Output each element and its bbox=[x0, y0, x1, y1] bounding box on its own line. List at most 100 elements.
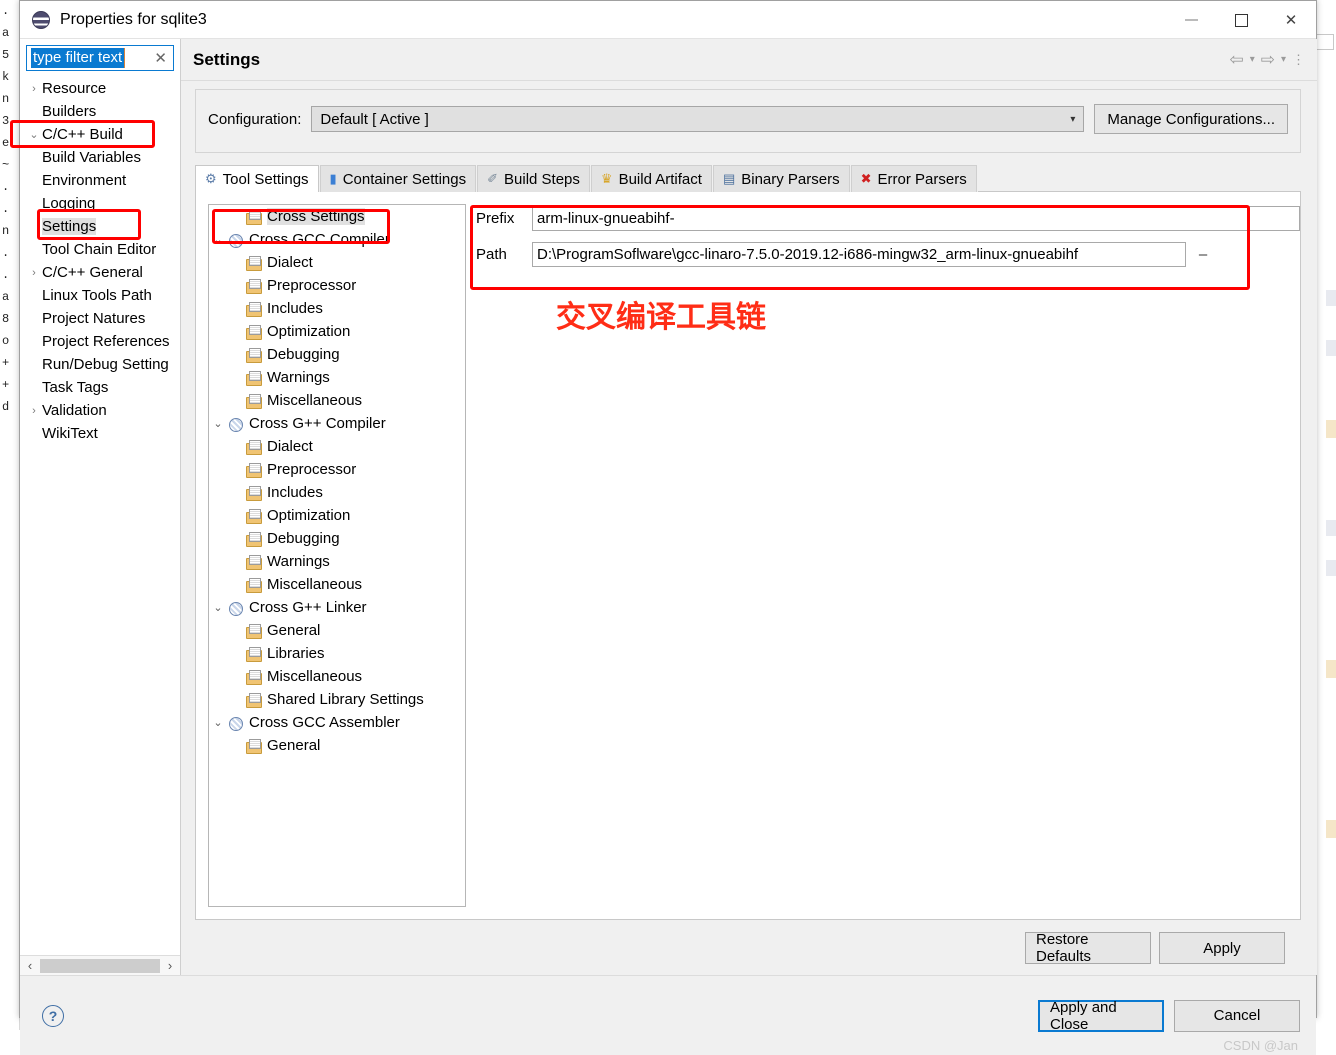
scrollbar-thumb[interactable] bbox=[40, 959, 160, 973]
tool-tree-item-general[interactable]: General bbox=[209, 734, 465, 757]
tool-tree-item-includes[interactable]: Includes bbox=[209, 297, 465, 320]
filter-input-box[interactable]: type filter text ✕ bbox=[26, 45, 174, 71]
chevron-right-icon[interactable]: › bbox=[26, 267, 42, 279]
tab-error-parsers[interactable]: ✖Error Parsers bbox=[851, 165, 977, 192]
sidebar-item-label: Resource bbox=[42, 80, 106, 97]
cross-toolchain-annotation: 交叉编译工具链 bbox=[556, 292, 766, 336]
background-char: a bbox=[0, 22, 19, 44]
apply-and-close-button[interactable]: Apply and Close bbox=[1038, 1000, 1164, 1032]
clear-filter-icon[interactable]: ✕ bbox=[154, 49, 167, 67]
tool-tree-item-optimization[interactable]: Optimization bbox=[209, 504, 465, 527]
tool-tree-item-cross-settings[interactable]: Cross Settings bbox=[209, 205, 465, 228]
browse-button[interactable]: – bbox=[1186, 246, 1220, 263]
tool-tree-item-dialect[interactable]: Dialect bbox=[209, 251, 465, 274]
chevron-right-icon[interactable]: › bbox=[26, 83, 42, 95]
tool-tree-item-libraries[interactable]: Libraries bbox=[209, 642, 465, 665]
path-input[interactable]: D:\ProgramSoflware\gcc-linaro-7.5.0-2019… bbox=[532, 242, 1186, 267]
tool-tree-item-label: Optimization bbox=[267, 323, 350, 340]
sidebar-horizontal-scrollbar[interactable]: ‹ › bbox=[20, 955, 180, 975]
tool-tree-item-general[interactable]: General bbox=[209, 619, 465, 642]
background-marker-warn bbox=[1326, 420, 1336, 438]
tool-tree-item-label: Miscellaneous bbox=[267, 392, 362, 409]
back-arrow-icon[interactable]: ⇦ bbox=[1229, 50, 1243, 70]
prefix-input[interactable]: arm-linux-gnueabihf- bbox=[532, 206, 1300, 231]
sidebar-item-linux-tools-path[interactable]: Linux Tools Path bbox=[20, 284, 180, 307]
tool-tree-item-cross-gcc-compiler[interactable]: ⌄Cross GCC Compiler bbox=[209, 228, 465, 251]
tool-tree-item-warnings[interactable]: Warnings bbox=[209, 550, 465, 573]
help-icon[interactable]: ? bbox=[42, 1005, 64, 1027]
tool-tree-item-preprocessor[interactable]: Preprocessor bbox=[209, 458, 465, 481]
settings-tree[interactable]: ›ResourceBuilders⌄C/C++ BuildBuild Varia… bbox=[20, 75, 180, 955]
tab-binary-parsers[interactable]: ▤ Binary Parsers bbox=[713, 165, 850, 192]
tool-gear-icon bbox=[227, 416, 245, 432]
close-button[interactable]: ✕ bbox=[1266, 1, 1316, 39]
sidebar-item-validation[interactable]: ›Validation bbox=[20, 399, 180, 422]
back-menu-chevron-icon[interactable]: ▾ bbox=[1250, 54, 1255, 65]
tool-tree-item-includes[interactable]: Includes bbox=[209, 481, 465, 504]
tab-label: Binary Parsers bbox=[741, 171, 839, 188]
tab-tool-settings[interactable]: ⚙Tool Settings bbox=[195, 165, 319, 192]
sidebar-item-project-natures[interactable]: Project Natures bbox=[20, 307, 180, 330]
chevron-down-icon[interactable]: ⌄ bbox=[209, 601, 227, 614]
binary-parsers-icon: ▤ bbox=[723, 171, 735, 187]
tool-tree-item-miscellaneous[interactable]: Miscellaneous bbox=[209, 665, 465, 688]
maximize-button[interactable] bbox=[1216, 1, 1266, 39]
tool-tree-item-debugging[interactable]: Debugging bbox=[209, 527, 465, 550]
configuration-selected-value: Default [ Active ] bbox=[320, 111, 428, 128]
chevron-down-icon[interactable]: ⌄ bbox=[209, 716, 227, 729]
tool-tree-item-debugging[interactable]: Debugging bbox=[209, 343, 465, 366]
tab-build-artifact[interactable]: ♛Build Artifact bbox=[591, 165, 712, 192]
sidebar-item-settings[interactable]: Settings bbox=[20, 215, 180, 238]
background-char: 5 bbox=[0, 44, 19, 66]
tool-tree-item-preprocessor[interactable]: Preprocessor bbox=[209, 274, 465, 297]
tool-settings-icon: ⚙ bbox=[205, 171, 217, 187]
chevron-down-icon[interactable]: ⌄ bbox=[26, 128, 42, 141]
sidebar-item-wikitext[interactable]: WikiText bbox=[20, 422, 180, 445]
tool-tree[interactable]: Cross Settings⌄Cross GCC CompilerDialect… bbox=[208, 204, 466, 907]
minimize-button[interactable] bbox=[1166, 1, 1216, 39]
tool-tree-item-cross-gcc-assembler[interactable]: ⌄Cross GCC Assembler bbox=[209, 711, 465, 734]
tool-tree-item-miscellaneous[interactable]: Miscellaneous bbox=[209, 573, 465, 596]
cancel-button[interactable]: Cancel bbox=[1174, 1000, 1300, 1032]
sidebar-item-build-variables[interactable]: Build Variables bbox=[20, 146, 180, 169]
sidebar-item-project-references[interactable]: Project References bbox=[20, 330, 180, 353]
sidebar-item-c-c-general[interactable]: ›C/C++ General bbox=[20, 261, 180, 284]
chevron-right-icon[interactable]: › bbox=[26, 405, 42, 417]
tool-tree-item-warnings[interactable]: Warnings bbox=[209, 366, 465, 389]
sidebar-item-run-debug-setting[interactable]: Run/Debug Setting bbox=[20, 353, 180, 376]
tool-tree-item-cross-g++-linker[interactable]: ⌄ Cross G++ Linker bbox=[209, 596, 465, 619]
configuration-select[interactable]: Default [ Active ] ▾ bbox=[311, 106, 1084, 132]
folder-icon bbox=[245, 462, 263, 478]
tool-tree-item-miscellaneous[interactable]: Miscellaneous bbox=[209, 389, 465, 412]
cross-settings-form: Prefix arm-linux-gnueabihf- Path D:\Prog… bbox=[466, 192, 1300, 919]
tab-build-steps[interactable]: ✐Build Steps bbox=[477, 165, 590, 192]
apply-button[interactable]: Apply bbox=[1159, 932, 1285, 964]
tool-tree-item-label: Cross G++ Linker bbox=[249, 599, 367, 616]
sidebar-item-builders[interactable]: Builders bbox=[20, 100, 180, 123]
tab-label: Build Artifact bbox=[619, 171, 702, 188]
sidebar-item-task-tags[interactable]: Task Tags bbox=[20, 376, 180, 399]
sidebar-item-logging[interactable]: Logging bbox=[20, 192, 180, 215]
tab-container-settings[interactable]: ▮Container Settings bbox=[320, 165, 477, 192]
sidebar-item-resource[interactable]: ›Resource bbox=[20, 77, 180, 100]
view-menu-icon[interactable]: ⋮ bbox=[1292, 56, 1305, 64]
sidebar-item-label: Project Natures bbox=[42, 310, 145, 327]
tool-tree-item-cross-g++-compiler[interactable]: ⌄Cross G++ Compiler bbox=[209, 412, 465, 435]
forward-arrow-icon[interactable]: ⇨ bbox=[1261, 50, 1275, 70]
sidebar-item-tool-chain-editor[interactable]: Tool Chain Editor bbox=[20, 238, 180, 261]
restore-defaults-button[interactable]: Restore Defaults bbox=[1025, 932, 1151, 964]
scroll-left-icon[interactable]: ‹ bbox=[20, 958, 40, 973]
chevron-down-icon[interactable]: ⌄ bbox=[209, 417, 227, 430]
tool-tree-item-label: Preprocessor bbox=[267, 461, 356, 478]
tool-tree-item-shared-library-settings[interactable]: Shared Library Settings bbox=[209, 688, 465, 711]
filter-input[interactable]: type filter text bbox=[31, 48, 125, 68]
tool-tree-item-optimization[interactable]: Optimization bbox=[209, 320, 465, 343]
scroll-right-icon[interactable]: › bbox=[160, 958, 180, 973]
sidebar-item-c-c-build[interactable]: ⌄C/C++ Build bbox=[20, 123, 180, 146]
sidebar-item-label: C/C++ General bbox=[42, 264, 143, 281]
sidebar-item-environment[interactable]: Environment bbox=[20, 169, 180, 192]
tool-tree-item-dialect[interactable]: Dialect bbox=[209, 435, 465, 458]
manage-configurations-button[interactable]: Manage Configurations... bbox=[1094, 104, 1288, 134]
chevron-down-icon[interactable]: ⌄ bbox=[209, 233, 227, 246]
forward-menu-chevron-icon[interactable]: ▾ bbox=[1281, 54, 1286, 65]
